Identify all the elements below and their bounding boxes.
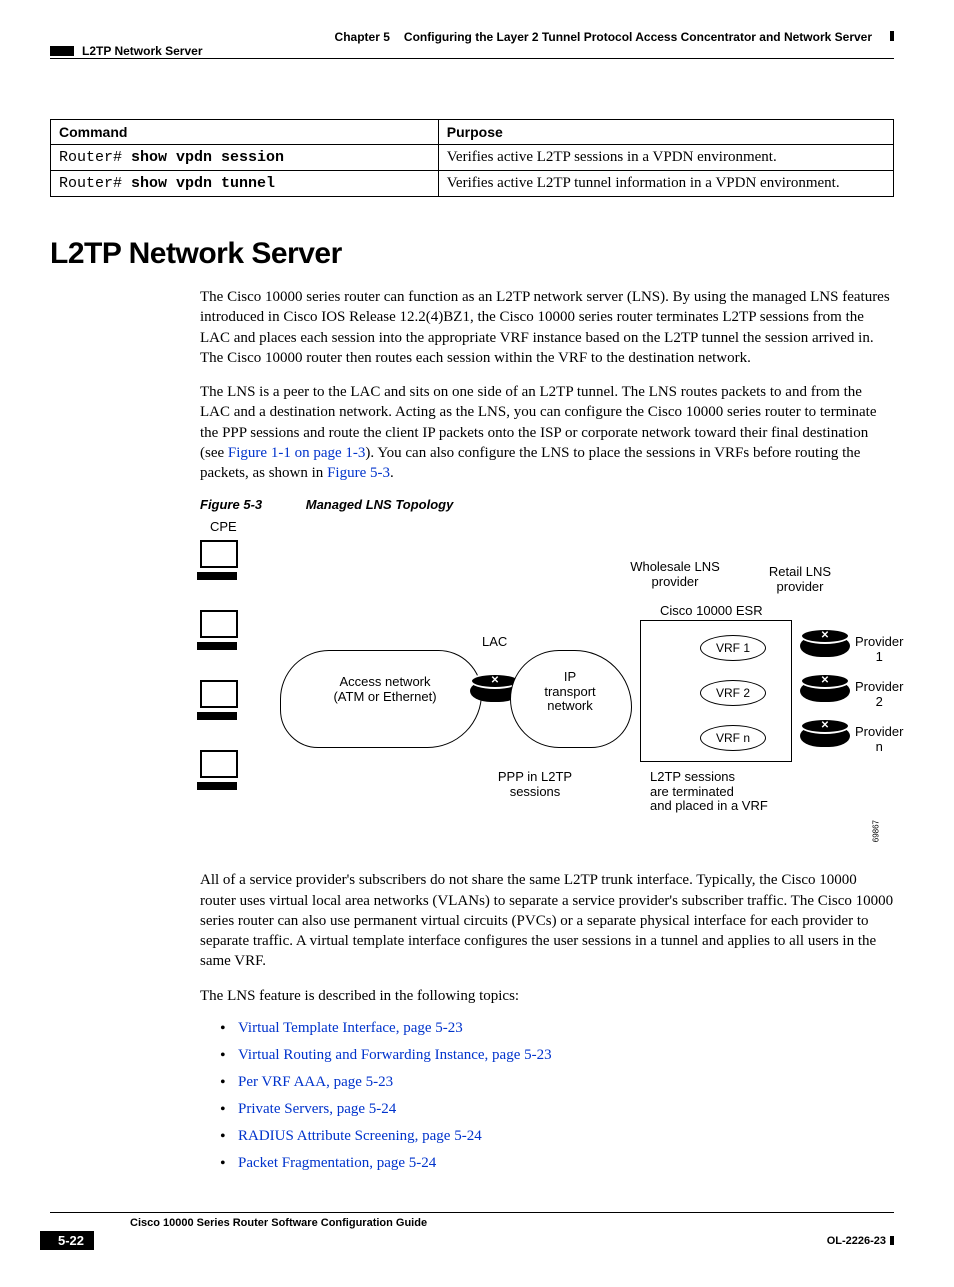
cpe-icon [200, 610, 236, 646]
document-page: L2TP Network Server Chapter 5 Configurin… [0, 0, 954, 1287]
label-sessions-terminated: L2TP sessions are terminated and placed … [650, 770, 790, 813]
list-item: Per VRF AAA, page 5-23 [220, 1074, 894, 1091]
chapter-label: Chapter 5 [335, 30, 390, 44]
figure-caption: Figure 5-3 Managed LNS Topology [200, 497, 894, 512]
label-lac: LAC [482, 635, 507, 649]
table-header-row: Command Purpose [51, 120, 894, 145]
footer-decor-bar [890, 1236, 894, 1245]
topic-link[interactable]: Packet Fragmentation, page 5-24 [238, 1155, 436, 1171]
label-provider: Provider n [855, 725, 903, 754]
label-provider: Provider 2 [855, 680, 903, 709]
figure-title: Managed LNS Topology [306, 497, 454, 512]
header-breadcrumb: L2TP Network Server [50, 44, 203, 58]
label-ppp-sessions: PPP in L2TP sessions [490, 770, 580, 799]
body-paragraph: The Cisco 10000 series router can functi… [200, 287, 894, 368]
topic-link[interactable]: Private Servers, page 5-24 [238, 1101, 396, 1117]
body-paragraph: The LNS feature is described in the foll… [200, 986, 894, 1006]
topic-link[interactable]: Per VRF AAA, page 5-23 [238, 1074, 393, 1090]
list-item: Private Servers, page 5-24 [220, 1101, 894, 1118]
header-decor-bar [50, 46, 74, 56]
chapter-title: Configuring the Layer 2 Tunnel Protocol … [404, 30, 872, 44]
list-item: Virtual Routing and Forwarding Instance,… [220, 1047, 894, 1064]
label-retail-lns: Retail LNS provider [760, 565, 840, 594]
body-paragraph: The LNS is a peer to the LAC and sits on… [200, 382, 894, 483]
network-topology-diagram: CPE Access network (ATM or Ethernet) LAC… [200, 520, 880, 850]
figure-crossref-link[interactable]: Figure 5-3 [327, 465, 390, 481]
header-section-text: L2TP Network Server [82, 44, 203, 58]
figure-crossref-link[interactable]: Figure 1-1 on page 1-3 [228, 445, 365, 461]
cpe-icon [200, 540, 236, 576]
topic-link[interactable]: Virtual Routing and Forwarding Instance,… [238, 1047, 552, 1063]
cell-purpose: Verifies active L2TP tunnel information … [438, 171, 893, 197]
command-table: Command Purpose Router# show vpdn sessio… [50, 119, 894, 197]
th-purpose: Purpose [438, 120, 893, 145]
label-access-network: Access network (ATM or Ethernet) [320, 675, 450, 704]
footer-doc-id: OL-2226-23 [827, 1235, 894, 1247]
label-cpe: CPE [210, 520, 237, 534]
label-cisco-esr: Cisco 10000 ESR [660, 604, 763, 618]
header-decor-bar-right [890, 31, 894, 41]
figure-number: Figure 5-3 [200, 497, 262, 512]
section-heading: L2TP Network Server [50, 237, 894, 271]
table-row: Router# show vpdn session Verifies activ… [51, 145, 894, 171]
topic-list: Virtual Template Interface, page 5-23 Vi… [220, 1020, 894, 1172]
diagram-id-number: 69867 [871, 820, 880, 842]
header-chapter: Chapter 5 Configuring the Layer 2 Tunnel… [335, 30, 894, 44]
th-command: Command [51, 120, 439, 145]
router-icon [800, 725, 850, 747]
topic-link[interactable]: RADIUS Attribute Screening, page 5-24 [238, 1128, 482, 1144]
page-footer: Cisco 10000 Series Router Software Confi… [50, 1212, 894, 1257]
body-paragraph: All of a service provider's subscribers … [200, 870, 894, 971]
cell-purpose: Verifies active L2TP sessions in a VPDN … [438, 145, 893, 171]
label-ip-transport: IP transport network [540, 670, 600, 713]
list-item: RADIUS Attribute Screening, page 5-24 [220, 1128, 894, 1145]
label-provider: Provider 1 [855, 635, 903, 664]
list-item: Virtual Template Interface, page 5-23 [220, 1020, 894, 1037]
cpe-icon [200, 680, 236, 716]
page-header: L2TP Network Server Chapter 5 Configurin… [50, 30, 894, 59]
list-item: Packet Fragmentation, page 5-24 [220, 1155, 894, 1172]
router-icon [800, 635, 850, 657]
cell-command: Router# show vpdn tunnel [51, 171, 439, 197]
router-icon [800, 680, 850, 702]
page-number-badge: 5-22 [40, 1231, 94, 1250]
footer-guide-title: Cisco 10000 Series Router Software Confi… [130, 1217, 894, 1229]
topic-link[interactable]: Virtual Template Interface, page 5-23 [238, 1020, 463, 1036]
table-row: Router# show vpdn tunnel Verifies active… [51, 171, 894, 197]
cell-command: Router# show vpdn session [51, 145, 439, 171]
label-wholesale-lns: Wholesale LNS provider [620, 560, 730, 589]
cpe-icon [200, 750, 236, 786]
